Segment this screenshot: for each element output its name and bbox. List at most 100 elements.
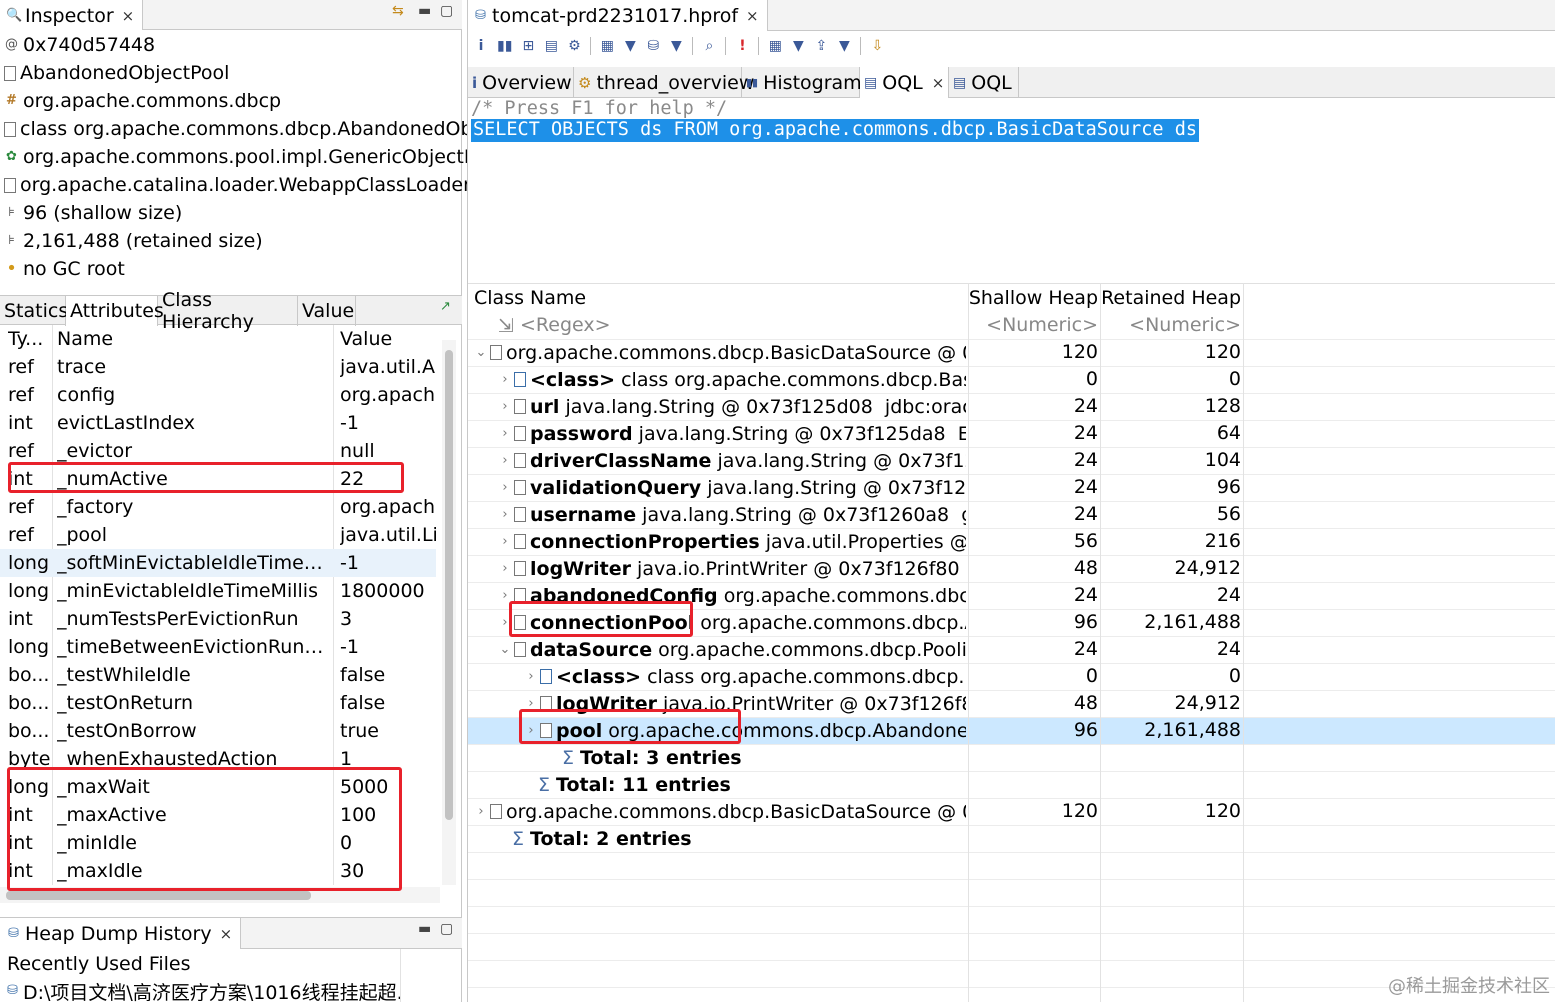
attribute-row[interactable]: byte _whenExhaustedAction 1: [0, 745, 436, 773]
chevron-right-icon[interactable]: ›: [474, 804, 488, 819]
link-icon[interactable]: ⇆: [392, 3, 404, 19]
tab-oql-active[interactable]: ▤ OQL ×: [860, 67, 949, 98]
tab-statics[interactable]: Statics: [0, 296, 68, 326]
header-value[interactable]: Value: [340, 328, 436, 350]
filter-name-input[interactable]: <Regex>: [520, 314, 611, 336]
inspector-tab[interactable]: 🔍 Inspector ×: [0, 0, 144, 30]
attribute-row[interactable]: int evictLastIndex -1: [0, 409, 436, 437]
calculator-icon[interactable]: ▦: [768, 38, 782, 54]
tree-row[interactable]: › org.apache.commons.dbcp.BasicDataSource…: [468, 798, 1555, 825]
minimize-icon[interactable]: ▬: [418, 921, 431, 937]
scroll-thumb[interactable]: [6, 891, 311, 900]
inspector-line[interactable]: org.apache.catalina.loader.WebappClassLo…: [4, 171, 495, 199]
chevron-right-icon[interactable]: ›: [498, 426, 512, 441]
scroll-thumb[interactable]: [445, 350, 453, 820]
close-icon[interactable]: ×: [932, 74, 945, 92]
recent-file-item[interactable]: ⛁ D:\项目文档\高济医疗方案\1016线程挂起超...: [5, 979, 400, 1002]
search-icon[interactable]: ⌕: [702, 38, 716, 54]
chevron-right-icon[interactable]: ›: [524, 669, 538, 684]
heap-dump-history-tab[interactable]: ⛁ Heap Dump History ×: [0, 918, 242, 949]
attribute-row[interactable]: bo... _testWhileIdle false: [0, 661, 436, 689]
pin-icon[interactable]: ↗: [440, 299, 451, 314]
attribute-row[interactable]: long _timeBetweenEvictionRunsMil... -1: [0, 633, 436, 661]
close-icon[interactable]: ×: [122, 7, 135, 25]
pin-icon[interactable]: ⇩: [870, 38, 884, 54]
inspector-line[interactable]: # org.apache.commons.dbcp: [4, 87, 281, 115]
attribute-row[interactable]: bo... _testOnBorrow true: [0, 717, 436, 745]
attribute-row[interactable]: long _maxWait 5000: [0, 773, 436, 801]
tree-row[interactable]: › connectionProperties java.util.Properti…: [468, 528, 1555, 555]
header-type[interactable]: Ty...: [8, 328, 52, 350]
tab-histogram[interactable]: ▮▮ Histogram: [742, 67, 862, 98]
attributes-hscroll[interactable]: [0, 887, 440, 903]
tree-row[interactable]: › password java.lang.String @ 0x73f125da8…: [468, 420, 1555, 447]
stop-icon[interactable]: !: [735, 38, 749, 54]
attribute-row[interactable]: ref _factory org.apache: [0, 493, 436, 521]
attribute-row[interactable]: ref trace java.util.Arr: [0, 353, 436, 381]
inspector-line[interactable]: ⊧ 96 (shallow size): [4, 199, 182, 227]
tree-row[interactable]: › abandonedConfig org.apache.commons.dbcp…: [468, 582, 1555, 609]
chevron-down-icon[interactable]: ▼: [623, 38, 637, 54]
attribute-row[interactable]: int _numActive 22: [0, 465, 436, 493]
chevron-right-icon[interactable]: ›: [498, 480, 512, 495]
tree-row[interactable]: › url java.lang.String @ 0x73f125d08 jdbc…: [468, 393, 1555, 420]
query-browser-icon[interactable]: ⛁: [646, 38, 660, 54]
chevron-right-icon[interactable]: ›: [524, 723, 538, 738]
tree-row[interactable]: › logWriter java.io.PrintWriter @ 0x73f12…: [468, 690, 1555, 717]
tree-row[interactable]: ⌄ dataSource org.apache.commons.dbcp.Pool…: [468, 636, 1555, 663]
inspector-line[interactable]: ⊧ 2,161,488 (retained size): [4, 227, 263, 255]
attribute-row[interactable]: int _minIdle 0: [0, 829, 436, 857]
query-text[interactable]: SELECT OBJECTS ds FROM org.apache.common…: [471, 119, 1199, 142]
filter-shallow-input[interactable]: <Numeric>: [968, 314, 1098, 336]
maximize-icon[interactable]: ▢: [440, 921, 453, 937]
chevron-right-icon[interactable]: ›: [498, 534, 512, 549]
tree-row[interactable]: › <class> class org.apache.commons.dbcp.B…: [468, 366, 1555, 393]
tab-value[interactable]: Value: [298, 296, 356, 326]
chevron-right-icon[interactable]: ›: [498, 615, 512, 630]
tab-oql[interactable]: ▤ OQL: [949, 67, 1019, 98]
tree-row[interactable]: › pool org.apache.commons.dbcp.AbandonedO…: [468, 717, 1555, 744]
inspector-line[interactable]: @0x740d57448: [4, 31, 155, 59]
header-retained-heap[interactable]: Retained Heap: [1101, 287, 1241, 309]
tree-row[interactable]: › username java.lang.String @ 0x73f1260a8…: [468, 501, 1555, 528]
attribute-row[interactable]: ref config org.apache: [0, 381, 436, 409]
chevron-down-icon[interactable]: ▼: [791, 38, 805, 54]
chevron-right-icon[interactable]: ›: [498, 399, 512, 414]
header-class-name[interactable]: Class Name: [474, 287, 586, 309]
dominator-tree-icon[interactable]: ⊞: [521, 38, 535, 54]
tab-attributes[interactable]: Attributes: [66, 296, 164, 326]
tab-overview[interactable]: i Overview: [468, 67, 574, 98]
thread-icon[interactable]: ⚙: [567, 38, 581, 54]
header-shallow-heap[interactable]: Shallow Heap: [968, 287, 1098, 309]
minimize-icon[interactable]: ▬: [418, 3, 431, 19]
chevron-right-icon[interactable]: ›: [498, 507, 512, 522]
inspector-line[interactable]: ✿ org.apache.commons.pool.impl.GenericObj…: [4, 143, 504, 171]
tree-row[interactable]: › driverClassName java.lang.String @ 0x73…: [468, 447, 1555, 474]
attribute-row[interactable]: ref _pool java.util.Lin: [0, 521, 436, 549]
filter-retained-input[interactable]: <Numeric>: [1101, 314, 1241, 336]
tree-row[interactable]: › logWriter java.io.PrintWriter @ 0x73f12…: [468, 555, 1555, 582]
histogram-icon[interactable]: ▮▮: [497, 38, 512, 54]
chevron-right-icon[interactable]: ›: [498, 372, 512, 387]
header-name[interactable]: Name: [57, 328, 329, 350]
info-icon[interactable]: i: [474, 38, 488, 54]
chevron-right-icon[interactable]: ›: [498, 561, 512, 576]
chevron-down-icon[interactable]: ⌄: [498, 642, 512, 657]
inspector-line[interactable]: AbandonedObjectPool: [4, 59, 229, 87]
run-report-icon[interactable]: ▦: [600, 38, 614, 54]
total-row[interactable]: Σ Total: 2 entries: [468, 825, 1555, 852]
oql-editor[interactable]: /* Press F1 for help */ SELECT OBJECTS d…: [468, 98, 1555, 282]
tab-thread-overview[interactable]: ⚙ thread_overview: [574, 67, 754, 98]
tree-row[interactable]: › validationQuery java.lang.String @ 0x73…: [468, 474, 1555, 501]
tree-row[interactable]: › <class> class org.apache.commons.dbcp.P…: [468, 663, 1555, 690]
chevron-right-icon[interactable]: ›: [498, 453, 512, 468]
inspector-line[interactable]: • no GC root: [4, 255, 125, 283]
total-row[interactable]: Σ Total: 11 entries: [468, 771, 1555, 798]
attribute-row[interactable]: long _minEvictableIdleTimeMillis 1800000: [0, 577, 436, 605]
oql-icon[interactable]: ▤: [544, 38, 558, 54]
attribute-row[interactable]: ref _evictor null: [0, 437, 436, 465]
attribute-row[interactable]: int _numTestsPerEvictionRun 3: [0, 605, 436, 633]
chevron-down-icon[interactable]: ⌄: [474, 345, 488, 360]
chevron-right-icon[interactable]: ›: [524, 696, 538, 711]
tree-row[interactable]: › connectionPool org.apache.commons.dbcp.…: [468, 609, 1555, 636]
